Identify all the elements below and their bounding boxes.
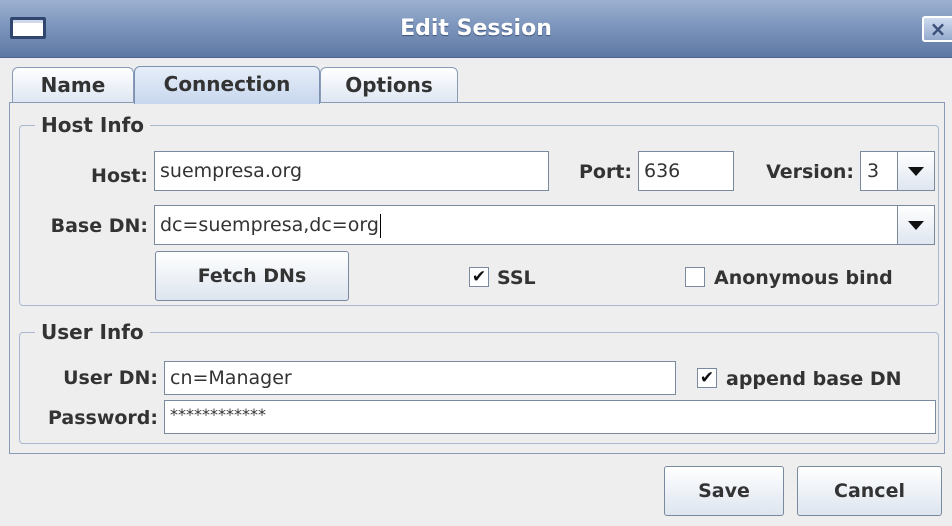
host-info-legend: Host Info	[35, 113, 151, 137]
user-info-legend: User Info	[35, 320, 150, 344]
chevron-down-icon	[908, 166, 924, 176]
host-label: Host:	[91, 165, 148, 187]
save-button[interactable]: Save	[664, 466, 784, 516]
text-cursor	[379, 213, 381, 238]
ssl-label: SSL	[497, 267, 536, 289]
user-dn-input[interactable]: cn=Manager	[164, 361, 676, 395]
fetch-dns-button[interactable]: Fetch DNs	[155, 251, 349, 301]
append-base-dn-label: append base DN	[726, 368, 902, 390]
version-dropdown-button[interactable]	[897, 151, 935, 191]
base-dn-value: dc=suempresa,dc=org	[160, 214, 379, 236]
tab-name[interactable]: Name	[12, 67, 134, 103]
password-label: Password:	[47, 407, 158, 429]
version-label: Version:	[766, 161, 854, 183]
user-dn-label: User DN:	[63, 367, 158, 389]
port-label: Port:	[578, 161, 632, 183]
anonymous-bind-label: Anonymous bind	[714, 267, 893, 289]
chevron-down-icon	[908, 220, 924, 230]
anonymous-bind-checkbox[interactable]	[685, 267, 705, 287]
tab-connection[interactable]: Connection	[134, 66, 320, 104]
password-field[interactable]: ************	[164, 400, 936, 434]
port-input[interactable]: 636	[638, 151, 734, 191]
close-icon[interactable]: ×	[922, 16, 952, 42]
tab-options[interactable]: Options	[320, 67, 458, 103]
host-input[interactable]: suempresa.org	[154, 151, 549, 191]
base-dn-dropdown-button[interactable]	[897, 205, 935, 245]
base-dn-label: Base DN:	[50, 215, 148, 237]
append-base-dn-checkbox[interactable]: ✔	[697, 368, 717, 388]
ssl-checkbox[interactable]: ✔	[469, 267, 489, 287]
version-select[interactable]: 3	[860, 151, 898, 191]
cancel-button[interactable]: Cancel	[797, 466, 942, 516]
window-title: Edit Session	[400, 16, 552, 41]
base-dn-input[interactable]: dc=suempresa,dc=org	[154, 205, 899, 245]
